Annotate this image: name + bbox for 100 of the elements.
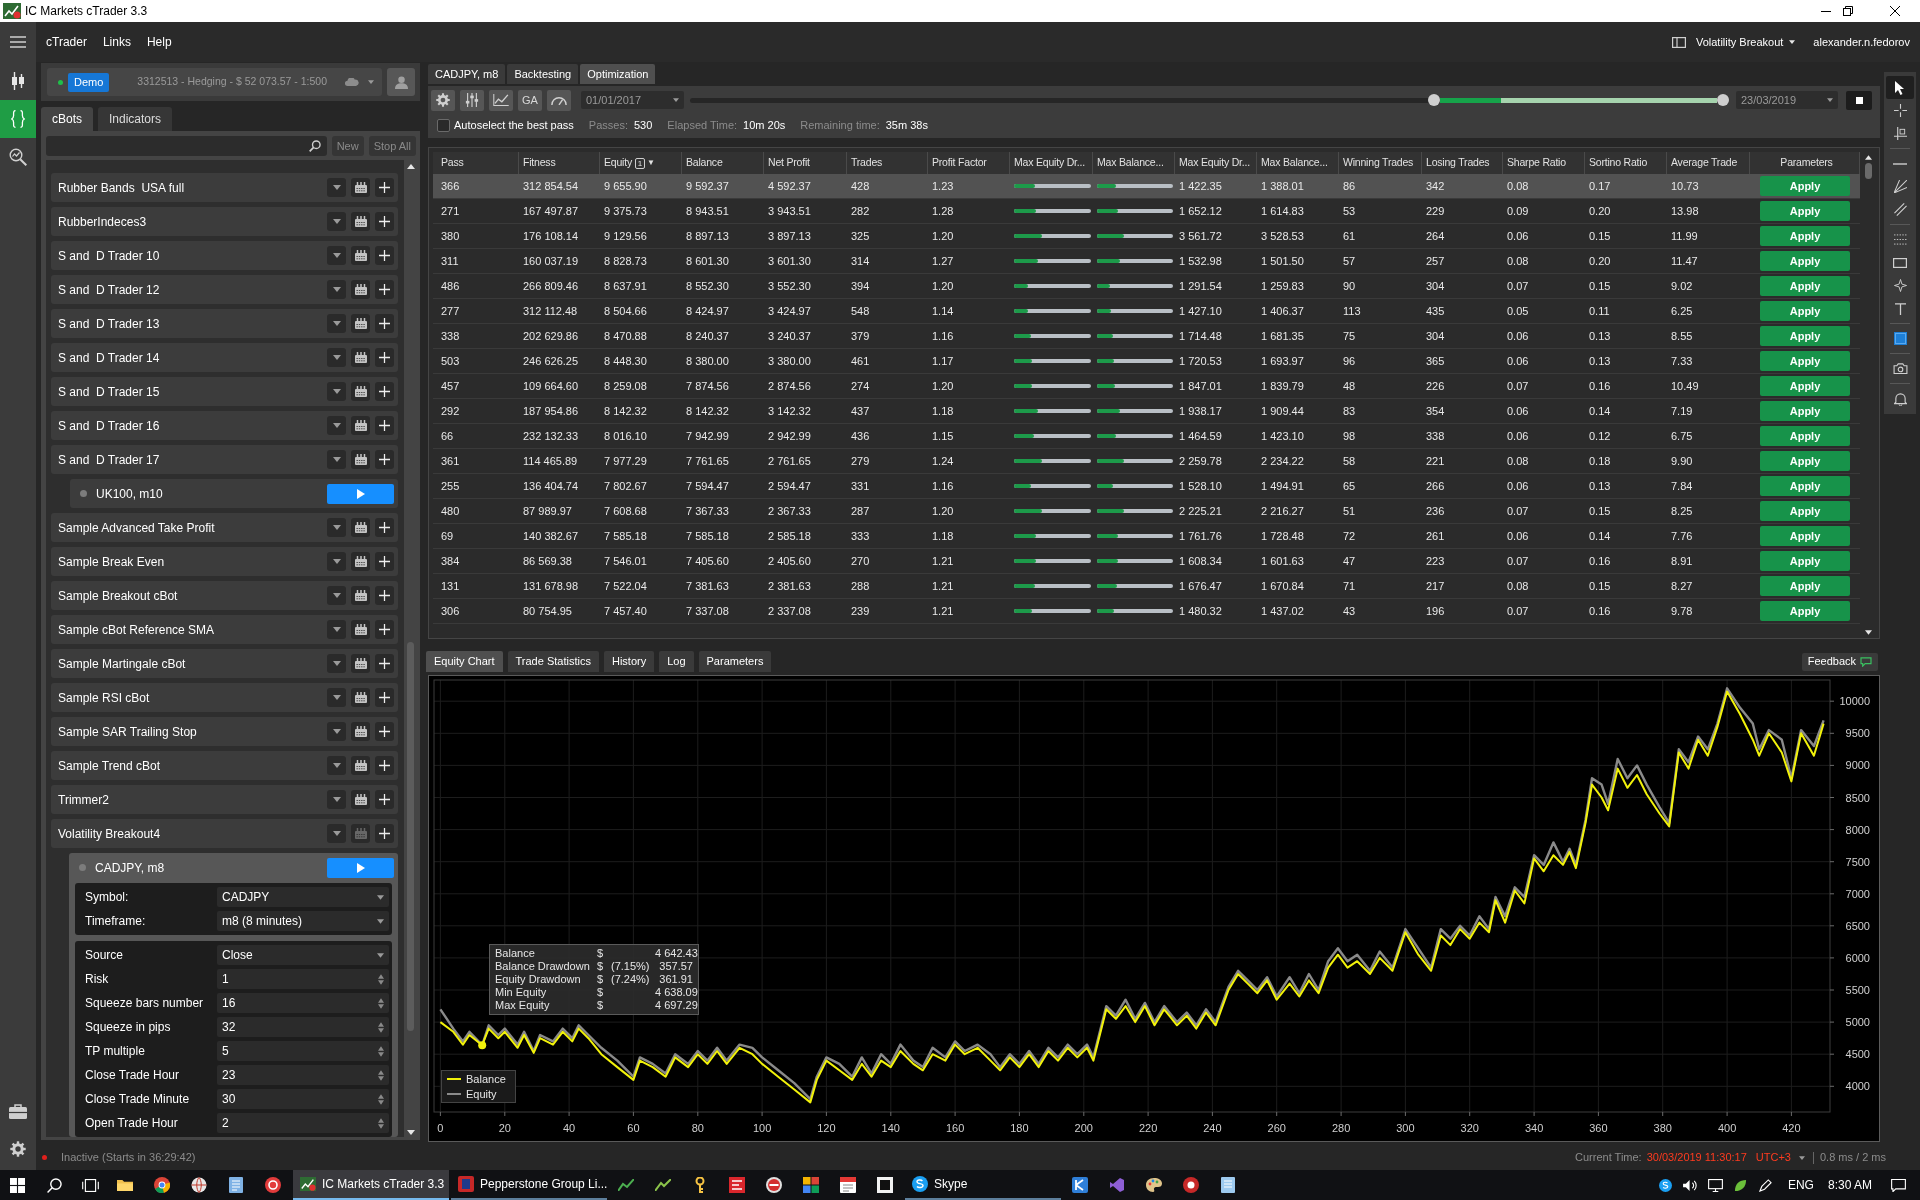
dropdown-button[interactable] — [327, 416, 346, 435]
apply-button[interactable]: Apply — [1760, 551, 1850, 571]
add-instance-button[interactable] — [375, 620, 394, 639]
column-header[interactable]: Fitness — [523, 155, 556, 171]
tab[interactable]: Trade Statistics — [507, 651, 599, 672]
taskbar-window-button[interactable]: IC Markets cTrader 3.3 — [293, 1170, 449, 1200]
menu-item[interactable]: cTrader — [46, 33, 87, 51]
backtest-button[interactable] — [351, 246, 370, 265]
tab[interactable]: Parameters — [698, 651, 772, 672]
cbot-item[interactable]: Sample RSI cBot — [51, 683, 398, 712]
column-header[interactable]: Profit Factor — [932, 155, 987, 171]
instance-panel[interactable]: UK100, m10 — [70, 479, 398, 508]
cbot-item[interactable]: Trimmer2 — [51, 785, 398, 814]
dropdown-field[interactable]: Close — [217, 945, 389, 965]
apply-button[interactable]: Apply — [1760, 326, 1850, 346]
table-row[interactable]: 480 87 989.97 7 608.68 7 367.33 2 367.33 287 1.20 2 225.21 2 216.27 51 236 0.07 0.15 8.25 Apply — [433, 499, 1860, 524]
apply-button[interactable]: Apply — [1760, 426, 1850, 446]
cbot-item[interactable]: S and D Trader 10 — [51, 241, 398, 270]
number-field[interactable]: 1 — [217, 969, 389, 989]
dropdown-button[interactable] — [327, 450, 346, 469]
workspace-dropdown[interactable]: Volatility Breakout — [1695, 33, 1796, 51]
cbot-item[interactable]: Sample Advanced Take Profit — [51, 513, 398, 542]
column-header[interactable]: Max Balance... — [1097, 155, 1164, 171]
dropdown-button[interactable] — [327, 688, 346, 707]
add-instance-button[interactable] — [375, 552, 394, 571]
table-row[interactable]: 338 202 629.86 8 470.88 8 240.37 3 240.37 379 1.16 1 714.48 1 681.35 75 304 0.06 0.13 8.55 Apply — [433, 324, 1860, 349]
language-indicator[interactable]: ENG — [1787, 1176, 1814, 1194]
add-instance-button[interactable] — [375, 178, 394, 197]
apply-button[interactable]: Apply — [1760, 351, 1850, 371]
table-row[interactable]: 384 86 569.38 7 546.01 7 405.60 2 405.60 270 1.21 1 608.34 1 601.63 47 223 0.07 0.16 8.91 Apply — [433, 549, 1860, 574]
profile-button[interactable] — [387, 68, 415, 96]
apply-button[interactable]: Apply — [1760, 276, 1850, 296]
backtest-button[interactable] — [351, 314, 370, 333]
backtest-button[interactable] — [351, 688, 370, 707]
settings-button[interactable] — [431, 89, 455, 111]
backtest-button[interactable] — [351, 280, 370, 299]
column-header[interactable]: Winning Trades — [1343, 155, 1414, 171]
add-instance-button[interactable] — [375, 518, 394, 537]
table-row[interactable]: 457 109 664.60 8 259.08 7 874.56 2 874.56 274 1.20 1 847.01 1 839.79 48 226 0.07 0.16 10.49 Apply — [433, 374, 1860, 399]
add-instance-button[interactable] — [375, 790, 394, 809]
column-header[interactable]: Max Equity Dr... — [1179, 155, 1250, 171]
table-row[interactable]: 66 232 132.33 8 016.10 7 942.99 2 942.99 436 1.15 1 464.59 1 423.10 98 338 0.06 0.12 6.75 Apply — [433, 424, 1860, 449]
apply-button[interactable]: Apply — [1760, 401, 1850, 421]
column-header[interactable]: Balance — [686, 155, 723, 171]
add-instance-button[interactable] — [375, 348, 394, 367]
column-header[interactable]: Parameters — [1780, 155, 1833, 171]
add-instance-button[interactable] — [375, 314, 394, 333]
date-field[interactable]: 23/03/2019 — [1736, 91, 1838, 109]
number-field[interactable]: 32 — [217, 1017, 389, 1037]
table-row[interactable]: 361 114 465.89 7 977.29 7 761.65 2 761.65 279 1.24 2 259.78 2 234.22 58 221 0.08 0.18 9.90 Apply — [433, 449, 1860, 474]
tab[interactable]: Indicators — [98, 107, 173, 131]
column-header[interactable]: Trades — [851, 155, 883, 171]
taskbar-clock[interactable]: 8:30 AM — [1827, 1176, 1872, 1194]
add-instance-button[interactable] — [375, 824, 394, 843]
dropdown-button[interactable] — [327, 178, 346, 197]
feedback-button[interactable]: Feedback — [1801, 652, 1878, 671]
backtest-button[interactable] — [351, 178, 370, 197]
table-row[interactable]: 271 167 497.87 9 375.73 8 943.51 3 943.51 282 1.28 1 652.12 1 614.83 53 229 0.09 0.20 13.98 Apply — [433, 199, 1860, 224]
table-row[interactable]: 366 312 854.54 9 655.90 9 592.37 4 592.37 428 1.23 1 422.35 1 388.01 86 342 0.08 0.17 10.73 Apply — [433, 174, 1860, 199]
apply-button[interactable]: Apply — [1760, 576, 1850, 596]
table-row[interactable]: 486 266 809.46 8 637.91 8 552.30 3 552.30 394 1.20 1 291.54 1 259.83 90 304 0.07 0.15 9.02 Apply — [433, 274, 1860, 299]
column-header[interactable]: Sortino Ratio — [1589, 155, 1648, 171]
column-header[interactable]: Losing Trades — [1426, 155, 1490, 171]
tab[interactable]: Backtesting — [507, 64, 579, 84]
dropdown-button[interactable] — [327, 518, 346, 537]
column-header[interactable]: Average Trade — [1671, 155, 1738, 171]
cbot-item[interactable]: Sample Martingale cBot — [51, 649, 398, 678]
cbot-item[interactable]: Sample cBot Reference SMA — [51, 615, 398, 644]
number-field[interactable]: 30 — [217, 1089, 389, 1109]
apply-button[interactable]: Apply — [1760, 226, 1850, 246]
dropdown-button[interactable] — [327, 824, 346, 843]
tab[interactable]: CADJPY, m8 — [428, 64, 506, 84]
scrollbar-thumb[interactable] — [1864, 163, 1872, 179]
dropdown-field[interactable]: m8 (8 minutes) — [217, 911, 389, 931]
apply-button[interactable]: Apply — [1760, 476, 1850, 496]
add-instance-button[interactable] — [375, 382, 394, 401]
chart-button[interactable] — [489, 89, 513, 111]
dropdown-button[interactable] — [327, 756, 346, 775]
add-instance-button[interactable] — [375, 280, 394, 299]
dropdown-button[interactable] — [327, 246, 346, 265]
apply-button[interactable]: Apply — [1760, 251, 1850, 271]
dropdown-field[interactable]: CADJPY — [217, 887, 389, 907]
ga-button[interactable]: GA — [518, 89, 542, 111]
column-header[interactable]: Sharpe Ratio — [1507, 155, 1566, 171]
table-row[interactable]: 380 176 108.14 9 129.56 8 897.13 3 897.13 325 1.20 3 561.72 3 528.53 61 264 0.06 0.15 11.99 Apply — [433, 224, 1860, 249]
dropdown-button[interactable] — [327, 212, 346, 231]
table-row[interactable]: 277 312 112.48 8 504.66 8 424.97 3 424.97 548 1.14 1 427.10 1 406.37 113 435 0.05 0.11 6.25 Apply — [433, 299, 1860, 324]
number-field[interactable]: 5 — [217, 1041, 389, 1061]
cbot-item[interactable]: S and D Trader 15 — [51, 377, 398, 406]
search-field[interactable] — [46, 136, 327, 156]
add-instance-button[interactable] — [375, 688, 394, 707]
add-instance-button[interactable] — [375, 212, 394, 231]
taskbar-window-button[interactable]: Pepperstone Group Li... — [451, 1170, 607, 1200]
cbot-item[interactable]: RubberIndeces3 — [51, 207, 398, 236]
dropdown-button[interactable] — [327, 654, 346, 673]
tab[interactable]: cBots — [41, 107, 93, 131]
menu-item[interactable]: Help — [146, 33, 172, 51]
range-end-thumb[interactable] — [1717, 94, 1729, 106]
date-field[interactable]: 01/01/2017 — [581, 91, 684, 109]
dropdown-button[interactable] — [327, 382, 346, 401]
